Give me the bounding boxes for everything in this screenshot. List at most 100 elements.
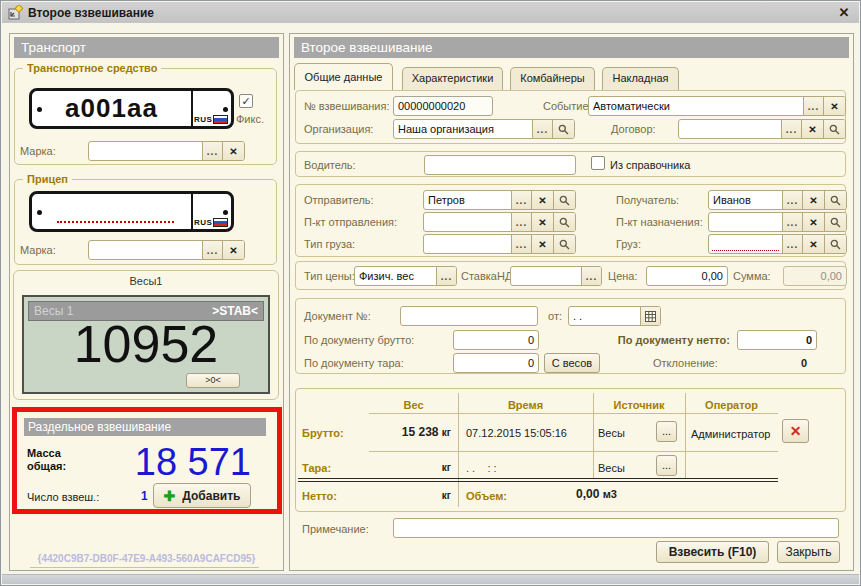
destination-point-value[interactable] — [709, 213, 782, 231]
event-field[interactable]: Автоматически ... ✕ — [588, 96, 846, 116]
weighing-number-field[interactable]: 00000000020 — [393, 96, 493, 116]
clear-button[interactable]: ✕ — [802, 191, 824, 209]
receiver-field[interactable]: Иванов ... ✕ — [708, 190, 847, 210]
zero-button[interactable]: >0< — [186, 373, 240, 388]
event-value[interactable]: Автоматически — [589, 97, 803, 115]
clear-button[interactable]: ✕ — [823, 97, 845, 115]
select-button[interactable]: ... — [532, 120, 552, 138]
clear-button[interactable]: ✕ — [802, 235, 824, 253]
driver-value[interactable] — [425, 156, 575, 174]
from-scales-button[interactable]: С весов — [544, 353, 600, 373]
doc-number-field[interactable] — [400, 306, 538, 326]
net-row-label: Нетто: — [302, 490, 337, 502]
scale-tab-title[interactable]: Весы1 — [14, 275, 278, 287]
cargo-type-value[interactable] — [424, 235, 511, 253]
select-button[interactable]: ... — [202, 241, 222, 259]
note-field[interactable] — [393, 518, 839, 538]
fix-checkbox[interactable]: ✓ — [239, 94, 253, 108]
select-button[interactable]: ... — [781, 120, 801, 138]
price-label: Цена: — [608, 270, 638, 283]
select-button[interactable]: ... — [581, 267, 601, 285]
doc-tare-value[interactable]: 0 — [454, 354, 538, 372]
clear-button[interactable]: ✕ — [802, 213, 824, 231]
contract-field[interactable]: ... ✕ — [678, 119, 846, 139]
departure-point-value[interactable] — [424, 213, 511, 231]
weighing-number-value: 00000000020 — [394, 97, 492, 115]
clear-button[interactable]: ✕ — [531, 235, 553, 253]
select-button[interactable]: ... — [782, 191, 802, 209]
clear-button[interactable]: ✕ — [801, 120, 823, 138]
vehicle-brand-field[interactable]: ... ✕ — [88, 141, 245, 161]
doc-tare-field[interactable]: 0 — [453, 353, 539, 373]
select-button[interactable]: ... — [782, 235, 802, 253]
doc-date-field[interactable]: . . — [568, 306, 661, 326]
doc-date-value[interactable]: . . — [569, 307, 640, 325]
select-button[interactable]: ... — [782, 213, 802, 231]
cargo-value[interactable] — [709, 235, 782, 253]
organization-value[interactable]: Наша организация — [394, 120, 532, 138]
sender-value[interactable]: Петров — [424, 191, 511, 209]
magnifier-button[interactable] — [552, 120, 574, 138]
doc-gross-value[interactable]: 0 — [454, 331, 538, 349]
tab-characteristics[interactable]: Характеристики — [402, 67, 503, 90]
calendar-button[interactable] — [640, 307, 660, 325]
tab-combiners[interactable]: Комбайнеры — [510, 67, 595, 90]
departure-point-field[interactable]: ... ✕ — [423, 212, 576, 232]
clear-button[interactable]: ✕ — [222, 241, 244, 259]
close-icon[interactable]: ✕ — [835, 5, 853, 20]
cargo-field[interactable]: ... ✕ — [708, 234, 847, 254]
clear-button[interactable]: ✕ — [531, 213, 553, 231]
magnifier-button[interactable] — [553, 191, 575, 209]
vat-value[interactable] — [511, 267, 581, 285]
receiver-value[interactable]: Иванов — [709, 191, 782, 209]
close-button[interactable]: Закрыть — [777, 541, 840, 563]
price-type-field[interactable]: Физич. вес ... — [354, 266, 457, 286]
add-button[interactable]: ✚ Добавить — [153, 483, 251, 508]
clear-button[interactable]: ✕ — [222, 142, 244, 160]
destination-point-field[interactable]: ... ✕ — [708, 212, 847, 232]
trailer-brand-value[interactable] — [89, 241, 202, 259]
vat-field[interactable]: ... — [510, 266, 602, 286]
tab-common-data[interactable]: Общие данные — [294, 63, 393, 90]
weigh-button[interactable]: Взвесить (F10) — [656, 541, 769, 563]
select-button[interactable]: ... — [511, 213, 531, 231]
doc-number-value[interactable] — [401, 307, 537, 325]
doc-gross-field[interactable]: 0 — [453, 330, 539, 350]
source-select-button[interactable]: ... — [656, 421, 677, 442]
vehicle-brand-value[interactable] — [89, 142, 202, 160]
select-button[interactable]: ... — [436, 267, 456, 285]
magnifier-button[interactable] — [824, 213, 846, 231]
organization-field[interactable]: Наша организация ... — [393, 119, 575, 139]
price-type-value[interactable]: Физич. вес — [355, 267, 436, 285]
select-button[interactable]: ... — [202, 142, 222, 160]
doc-net-value[interactable]: 0 — [738, 331, 816, 349]
magnifier-button[interactable] — [553, 213, 575, 231]
price-value[interactable]: 0,00 — [647, 267, 727, 285]
driver-field[interactable] — [424, 155, 576, 175]
select-button[interactable]: ... — [511, 191, 531, 209]
price-field[interactable]: 0,00 — [646, 266, 728, 286]
plate-bolt-icon — [37, 210, 42, 215]
tab-invoice[interactable]: Накладная — [602, 67, 679, 90]
note-value[interactable] — [394, 519, 838, 537]
magnifier-button[interactable] — [824, 191, 846, 209]
trailer-plate[interactable]: RUS — [29, 191, 234, 232]
trailer-brand-field[interactable]: ... ✕ — [88, 240, 245, 260]
select-button[interactable]: ... — [511, 235, 531, 253]
clear-button[interactable]: ✕ — [531, 191, 553, 209]
cargo-type-field[interactable]: ... ✕ — [423, 234, 576, 254]
from-reference-checkbox[interactable] — [591, 156, 605, 170]
contract-value[interactable] — [679, 120, 781, 138]
doc-net-field[interactable]: 0 — [737, 330, 817, 350]
vehicle-plate[interactable]: a001aa RUS — [29, 88, 234, 129]
sum-field: 0,00 — [783, 266, 847, 286]
magnifier-button[interactable] — [823, 120, 845, 138]
source-select-button[interactable]: ... — [656, 455, 677, 476]
delete-row-button[interactable]: ✕ — [782, 419, 809, 443]
select-button[interactable]: ... — [803, 97, 823, 115]
grid-line — [369, 413, 778, 414]
magnifier-button[interactable] — [553, 235, 575, 253]
sender-field[interactable]: Петров ... ✕ — [423, 190, 576, 210]
note-label: Примечание: — [302, 523, 369, 536]
magnifier-button[interactable] — [824, 235, 846, 253]
